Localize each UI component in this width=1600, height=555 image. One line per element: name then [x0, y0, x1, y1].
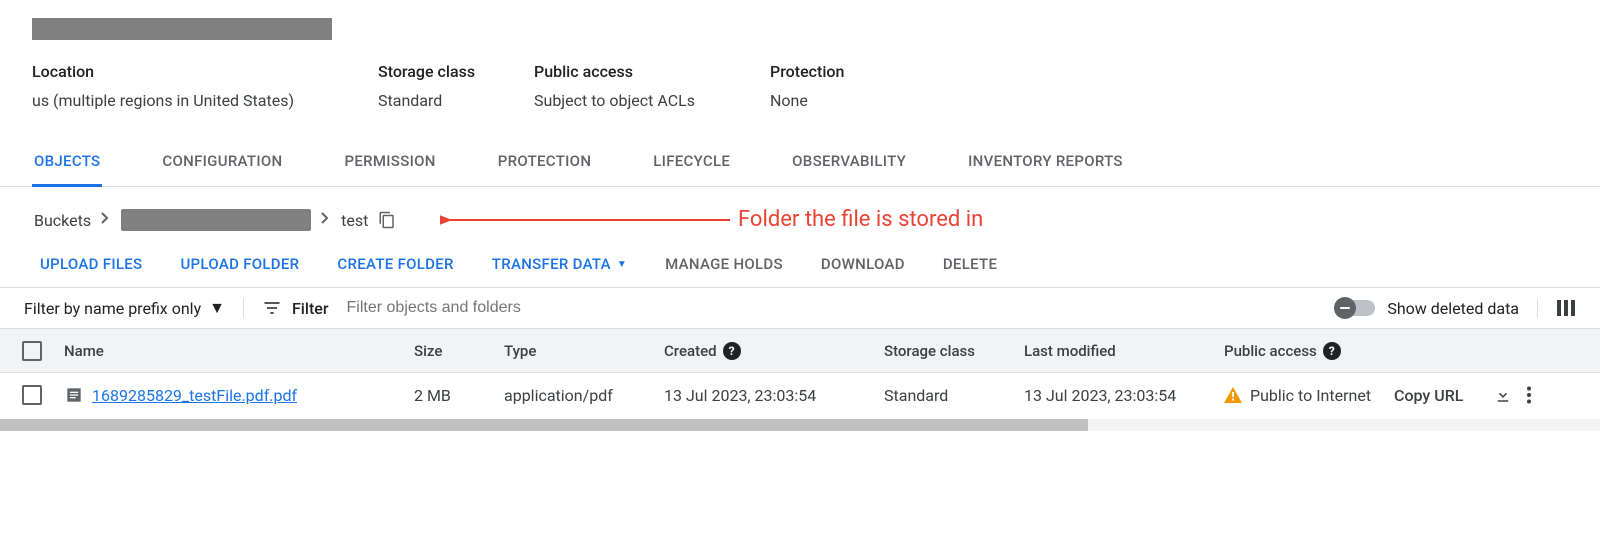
help-icon[interactable]: ? — [1323, 342, 1341, 360]
show-deleted-toggle[interactable] — [1337, 300, 1375, 316]
caret-down-icon: ▼ — [617, 259, 627, 270]
breadcrumb: Buckets test Folder the file is stored i… — [0, 187, 1600, 249]
annotation-text: Folder the file is stored in — [738, 207, 983, 232]
cell-storage-class: Standard — [878, 376, 1018, 415]
manage-holds-button[interactable]: MANAGE HOLDS — [665, 255, 783, 273]
show-deleted-label: Show deleted data — [1387, 299, 1519, 318]
tab-objects[interactable]: OBJECTS — [32, 140, 102, 187]
create-folder-button[interactable]: CREATE FOLDER — [337, 255, 453, 273]
help-icon[interactable]: ? — [723, 342, 741, 360]
filter-input[interactable] — [347, 299, 1320, 317]
col-size[interactable]: Size — [408, 332, 498, 370]
filter-label: Filter — [292, 299, 329, 318]
storage-class-value: Standard — [378, 91, 498, 110]
tab-observability[interactable]: OBSERVABILITY — [790, 140, 908, 187]
tab-inventory-reports[interactable]: INVENTORY REPORTS — [966, 140, 1125, 187]
download-icon[interactable] — [1494, 386, 1512, 404]
copy-url-button[interactable]: Copy URL — [1394, 386, 1463, 405]
col-type[interactable]: Type — [498, 332, 658, 370]
tab-lifecycle[interactable]: LIFECYCLE — [651, 140, 732, 187]
tab-protection[interactable]: PROTECTION — [496, 140, 594, 187]
tab-permission[interactable]: PERMISSION — [342, 140, 437, 187]
filter-prefix-dropdown[interactable]: Filter by name prefix only ▼ — [24, 298, 244, 318]
location-label: Location — [32, 62, 342, 81]
col-created[interactable]: Created ? — [658, 332, 878, 370]
storage-class-label: Storage class — [378, 62, 498, 81]
col-storage-class[interactable]: Storage class — [878, 332, 1018, 370]
breadcrumb-bucket-redacted[interactable] — [121, 209, 311, 231]
protection-value: None — [770, 91, 844, 110]
filter-row: Filter by name prefix only ▼ Filter Show… — [0, 287, 1600, 329]
public-access-label: Public access — [534, 62, 734, 81]
more-icon[interactable] — [1526, 386, 1532, 404]
objects-table: Name Size Type Created ? Storage class L… — [0, 329, 1600, 417]
annotation-label: Folder the file is stored in — [440, 207, 983, 232]
breadcrumb-root[interactable]: Buckets — [34, 211, 91, 230]
cell-created: 13 Jul 2023, 23:03:54 — [658, 376, 878, 415]
chevron-right-icon — [321, 212, 331, 228]
breadcrumb-folder[interactable]: test — [341, 211, 368, 230]
tabs-bar: OBJECTS CONFIGURATION PERMISSION PROTECT… — [0, 140, 1600, 187]
caret-down-icon: ▼ — [209, 298, 225, 318]
upload-files-button[interactable]: UPLOAD FILES — [40, 255, 142, 273]
horizontal-scrollbar[interactable] — [0, 419, 1600, 431]
cell-size: 2 MB — [408, 376, 498, 415]
columns-icon[interactable] — [1556, 298, 1576, 318]
tab-configuration[interactable]: CONFIGURATION — [160, 140, 284, 187]
transfer-data-button[interactable]: TRANSFER DATA ▼ — [492, 255, 627, 273]
action-bar: UPLOAD FILES UPLOAD FOLDER CREATE FOLDER… — [0, 249, 1600, 287]
cell-public-access: Public to Internet — [1218, 376, 1388, 415]
file-name-link[interactable]: 1689285829_testFile.pdf.pdf — [92, 386, 297, 405]
protection-label: Protection — [770, 62, 844, 81]
cell-last-modified: 13 Jul 2023, 23:03:54 — [1018, 376, 1218, 415]
upload-folder-button[interactable]: UPLOAD FOLDER — [180, 255, 299, 273]
row-checkbox[interactable] — [22, 385, 42, 405]
download-button[interactable]: DOWNLOAD — [821, 255, 905, 273]
table-header: Name Size Type Created ? Storage class L… — [0, 329, 1600, 373]
copy-path-icon[interactable] — [378, 211, 396, 229]
cell-type: application/pdf — [498, 376, 658, 415]
col-public-access[interactable]: Public access ? — [1218, 332, 1388, 370]
file-icon — [64, 385, 84, 405]
warning-icon — [1224, 387, 1242, 403]
delete-button[interactable]: DELETE — [943, 255, 997, 273]
filter-icon — [262, 300, 282, 316]
chevron-right-icon — [101, 212, 111, 228]
table-row: 1689285829_testFile.pdf.pdf 2 MB applica… — [0, 373, 1600, 417]
location-value: us (multiple regions in United States) — [32, 91, 342, 110]
bucket-name-redacted — [32, 18, 332, 40]
col-name[interactable]: Name — [58, 332, 408, 370]
bucket-info-row: Location us (multiple regions in United … — [32, 62, 1568, 110]
select-all-checkbox[interactable] — [22, 341, 42, 361]
col-last-modified[interactable]: Last modified — [1018, 332, 1218, 370]
public-access-value: Subject to object ACLs — [534, 91, 734, 110]
